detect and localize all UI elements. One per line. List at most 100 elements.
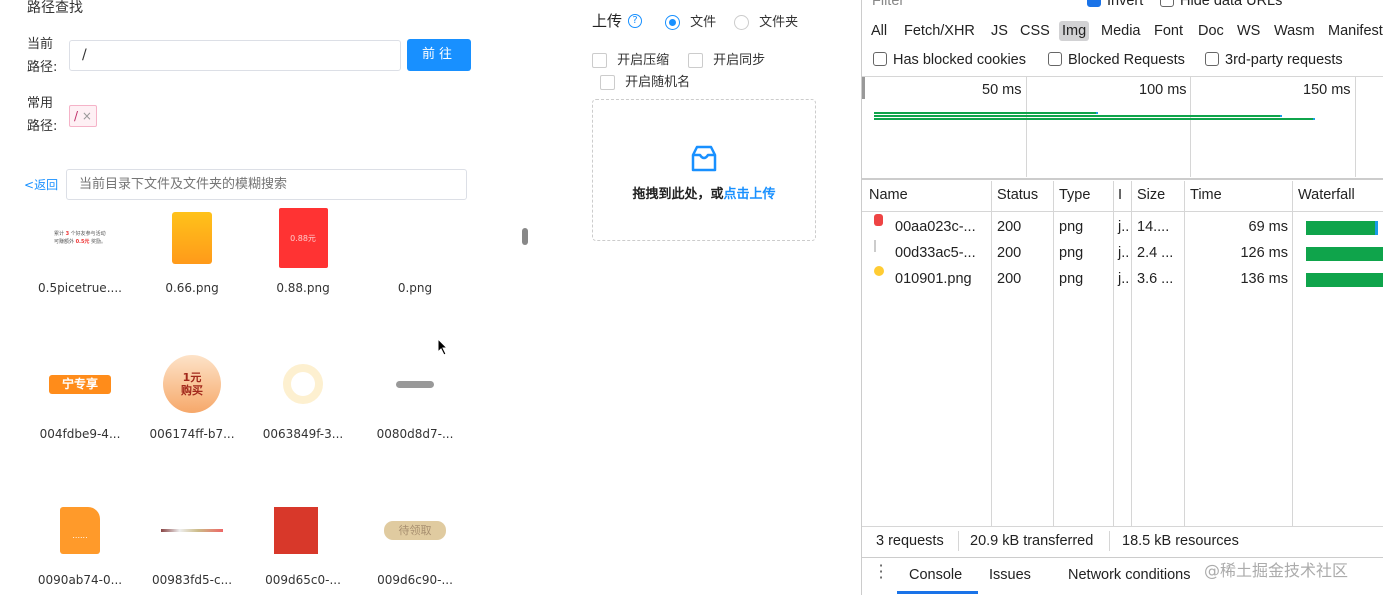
drawer-tab-network-conditions[interactable]: Network conditions [1068, 567, 1191, 583]
type-tab-wasm[interactable]: Wasm [1271, 21, 1318, 41]
column-header[interactable]: Status [997, 187, 1038, 203]
hide-data-urls-label: Hide data URLs [1180, 0, 1283, 9]
common-path-tag[interactable]: / × [69, 105, 97, 127]
hide-data-urls-checkbox[interactable]: Hide data URLs [1160, 0, 1282, 9]
current-path-label: 当前路径: [27, 37, 58, 75]
request-name: 00d33ac5-... [895, 245, 976, 261]
file-thumbnail [365, 203, 465, 273]
type-tab-js[interactable]: JS [988, 21, 1011, 41]
mouse-cursor-icon [437, 338, 449, 356]
request-status: 200 [997, 271, 1022, 287]
request-initiator[interactable]: j.. [1118, 240, 1129, 266]
file-thumbnail: 1元 购买 [142, 349, 242, 419]
file-item[interactable]: ...... 0090ab74-0... [30, 495, 130, 587]
upload-dropzone[interactable]: 拖拽到此处，或点击上传 [592, 99, 816, 241]
type-tab-all[interactable]: All [868, 21, 890, 41]
blocked-requests-checkbox[interactable]: Blocked Requests [1048, 52, 1185, 68]
checkbox-label: Has blocked cookies [893, 52, 1026, 68]
type-tab-img[interactable]: Img [1059, 21, 1090, 41]
request-type: png [1059, 271, 1084, 287]
overview-handle[interactable] [862, 77, 865, 99]
overview-bar [874, 115, 1283, 117]
column-header[interactable]: I [1118, 187, 1122, 203]
drop-text: 拖拽到此处，或点击上传 [593, 183, 815, 202]
invert-checkbox[interactable]: Invert [1087, 0, 1143, 9]
file-name: 0.66.png [165, 281, 219, 295]
file-item[interactable]: 累计 3 个好友参与活动 可赚额外 0.5元 奖励。 0.5picetrue.... [30, 203, 130, 295]
file-name: 0.88.png [276, 281, 330, 295]
radio-folder[interactable]: 文件夹 [734, 11, 798, 30]
file-thumbnail [253, 349, 353, 419]
drawer-tab-issues[interactable]: Issues [989, 567, 1031, 583]
file-item[interactable]: 待领取 009d6c90-... [365, 495, 465, 587]
request-initiator[interactable]: j.. [1118, 266, 1129, 292]
back-link[interactable]: <返回 [24, 176, 58, 193]
random-name-checkbox[interactable]: 开启随机名 [600, 71, 690, 90]
drawer-tab-console[interactable]: Console [909, 567, 962, 583]
file-name: 004fdbe9-4... [39, 427, 121, 441]
current-path-input[interactable]: / [69, 40, 401, 71]
file-item[interactable]: 0080d8d7-... [365, 349, 465, 441]
waterfall-bar [1306, 221, 1379, 235]
type-tab-media[interactable]: Media [1098, 21, 1144, 41]
request-initiator[interactable]: j.. [1118, 214, 1129, 240]
type-tab-ws[interactable]: WS [1234, 21, 1263, 41]
column-header[interactable]: Time [1190, 187, 1222, 203]
radio-file[interactable]: 文件 [665, 11, 716, 30]
help-icon[interactable]: ? [628, 14, 642, 28]
file-item[interactable]: 00983fd5-c... [142, 495, 242, 587]
watermark: @稀土掘金技术社区 [1204, 561, 1349, 580]
overview-tick: 150 ms [1303, 82, 1351, 98]
waterfall-bar [1306, 273, 1383, 287]
sync-checkbox[interactable]: 开启同步 [688, 49, 765, 68]
file-item[interactable]: 009d65c0-... [253, 495, 353, 587]
column-header[interactable]: Type [1059, 187, 1090, 203]
search-input[interactable] [66, 169, 467, 200]
blocked-cookies-checkbox[interactable]: Has blocked cookies [873, 52, 1026, 68]
request-type: png [1059, 219, 1084, 235]
column-header[interactable]: Size [1137, 187, 1165, 203]
file-item[interactable]: 宁专享 004fdbe9-4... [30, 349, 130, 441]
more-icon[interactable]: · · · [876, 558, 886, 586]
type-tab-fetchxhr[interactable]: Fetch/XHR [901, 21, 978, 41]
scrollbar-thumb[interactable] [522, 228, 528, 245]
type-tab-manifest[interactable]: Manifest [1325, 21, 1383, 41]
click-upload-link[interactable]: 点击上传 [724, 187, 776, 202]
request-size: 2.4 ... [1137, 245, 1174, 261]
file-thumbnail: 0.88元 [253, 203, 353, 273]
type-tab-css[interactable]: CSS [1017, 21, 1053, 41]
file-thumbnail: 累计 3 个好友参与活动 可赚额外 0.5元 奖励。 [53, 231, 107, 245]
go-button[interactable]: 前往 [407, 39, 471, 71]
file-item[interactable]: 0063849f-3... [253, 349, 353, 441]
request-status: 200 [997, 219, 1022, 235]
request-row[interactable]: 010901.png 200 png j.. 3.6 ... 136 ms [862, 266, 1383, 292]
summary-transferred: 20.9 kB transferred [970, 533, 1094, 549]
checkbox-icon [1160, 0, 1174, 7]
request-row[interactable]: 00d33ac5-... 200 png j.. 2.4 ... 126 ms [862, 240, 1383, 266]
file-item[interactable]: 0.88元 0.88.png [253, 203, 353, 295]
file-item[interactable]: 0.66.png [142, 203, 242, 295]
type-tab-doc[interactable]: Doc [1195, 21, 1227, 41]
compress-checkbox[interactable]: 开启压缩 [592, 49, 669, 68]
file-thumbnail: ...... [30, 495, 130, 565]
third-party-checkbox[interactable]: 3rd-party requests [1205, 52, 1343, 68]
file-thumbnail: 宁专享 [30, 349, 130, 419]
column-header[interactable]: Name [869, 187, 908, 203]
column-header[interactable]: Waterfall [1298, 187, 1355, 203]
radio-icon [665, 15, 680, 30]
request-time: 126 ms [1240, 245, 1288, 261]
summary-resources: 18.5 kB resources [1122, 533, 1239, 549]
file-item[interactable]: 1元 购买 006174ff-b7... [142, 349, 242, 441]
common-path-label: 常用路径: [27, 96, 58, 134]
upload-title: 上传 [592, 12, 623, 30]
file-item[interactable]: 0.png [365, 203, 465, 295]
inbox-icon [691, 145, 717, 172]
type-tab-font[interactable]: Font [1151, 21, 1186, 41]
file-thumbnail [365, 349, 465, 419]
file-name: 006174ff-b7... [149, 427, 235, 441]
request-status: 200 [997, 245, 1022, 261]
close-icon[interactable]: × [82, 109, 92, 123]
filter-input[interactable]: Filter [872, 0, 904, 9]
request-row[interactable]: 00aa023c-... 200 png j.. 14.... 69 ms [862, 214, 1383, 240]
checkbox-label: 3rd-party requests [1225, 52, 1343, 68]
